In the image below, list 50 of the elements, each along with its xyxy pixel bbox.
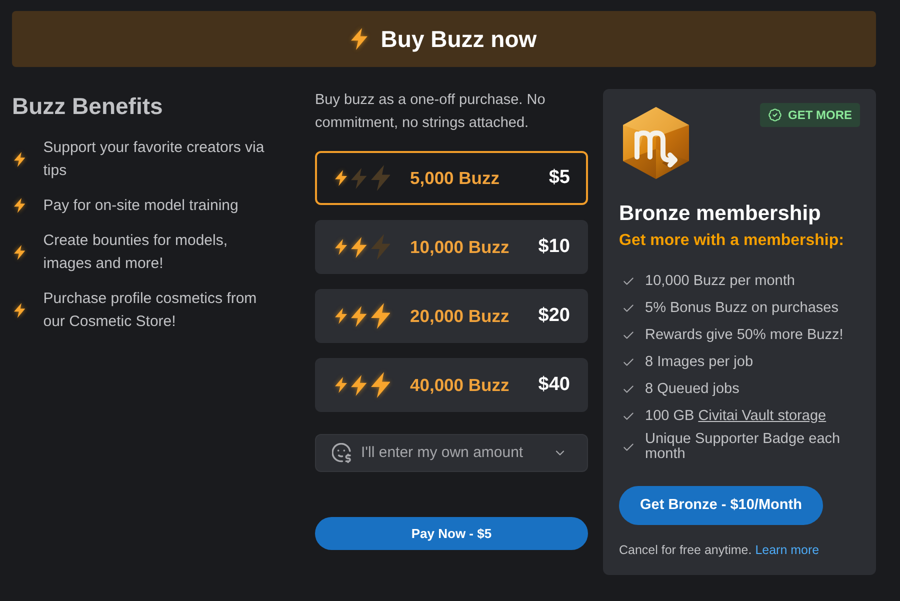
lightning-bolt-icon [14,302,26,318]
check-icon [622,302,635,314]
check-icon [622,410,635,422]
buzz-amount: 20,000 Buzz [410,304,510,328]
get-bronze-button[interactable]: Get Bronze - $10/Month [619,486,823,525]
badge-check-icon [768,108,782,122]
feature-text: 10,000 Buzz per month [645,274,795,288]
check-icon [622,274,635,288]
membership-title: Bronze membership [619,201,822,227]
cancel-note: Cancel for free anytime. Learn more [619,542,820,559]
lightning-bolt-icon [14,198,26,213]
buzz-package-option[interactable]: 10,000 Buzz $10 [315,220,588,274]
feature-text: Unique Supporter Badge each month [645,432,842,462]
benefits-heading: Buzz Benefits [12,92,164,120]
custom-amount-toggle[interactable]: I'll enter my own amount [315,434,588,472]
feature-text: Rewards give 50% more Buzz! [645,328,844,342]
benefit-text: Pay for on-site model training [43,196,240,216]
lightning-bolt-icon [14,152,26,166]
purchase-intro: Buy buzz as a one-off purchase. No commitment, no strings attached. [315,91,546,133]
check-icon [622,356,635,368]
buzz-package-option[interactable]: 40,000 Buzz $40 [315,358,588,412]
buzz-price: $20 [538,304,570,328]
buzz-amount: 40,000 Buzz [410,374,510,397]
buzz-amount: 5,000 Buzz [410,166,500,190]
buzz-price: $10 [538,234,570,259]
feature-text: 100 GB Civitai Vault storage [645,408,826,424]
buzz-package-option[interactable]: 5,000 Buzz $5 [315,151,588,205]
page-title: Buy Buzz now [380,25,537,53]
check-icon [622,440,635,454]
buzz-package-option[interactable]: 20,000 Buzz $20 [315,289,588,343]
learn-more-link[interactable]: Learn more [755,543,820,557]
check-icon [622,328,635,342]
benefit-text: Support your favorite creators via tips [43,138,266,181]
feature-text: 8 Images per job [645,354,754,370]
buzz-price: $5 [548,166,570,190]
pay-now-button[interactable]: Pay Now - $5 [315,517,588,550]
hexagon-gem-icon [622,107,690,179]
get-more-badge: GET MORE [760,103,860,127]
check-icon [622,382,635,396]
benefit-text: Create bounties for models, images and more! [43,231,229,274]
vault-storage-link[interactable]: Civitai Vault storage [698,408,826,424]
membership-subtitle: Get more with a membership: [619,231,845,251]
lightning-bolt-icon [14,244,26,260]
lightning-bolt-icon [351,28,368,50]
buzz-amount: 10,000 Buzz [410,236,510,259]
feature-text: 8 Queued jobs [645,382,740,396]
feature-text: 5% Bonus Buzz on purchases [645,300,838,316]
buzz-price: $40 [538,372,570,397]
benefit-text: Purchase profile cosmetics from our Cosmetic Store! [43,289,258,332]
smiley-dollar-icon [332,443,351,463]
